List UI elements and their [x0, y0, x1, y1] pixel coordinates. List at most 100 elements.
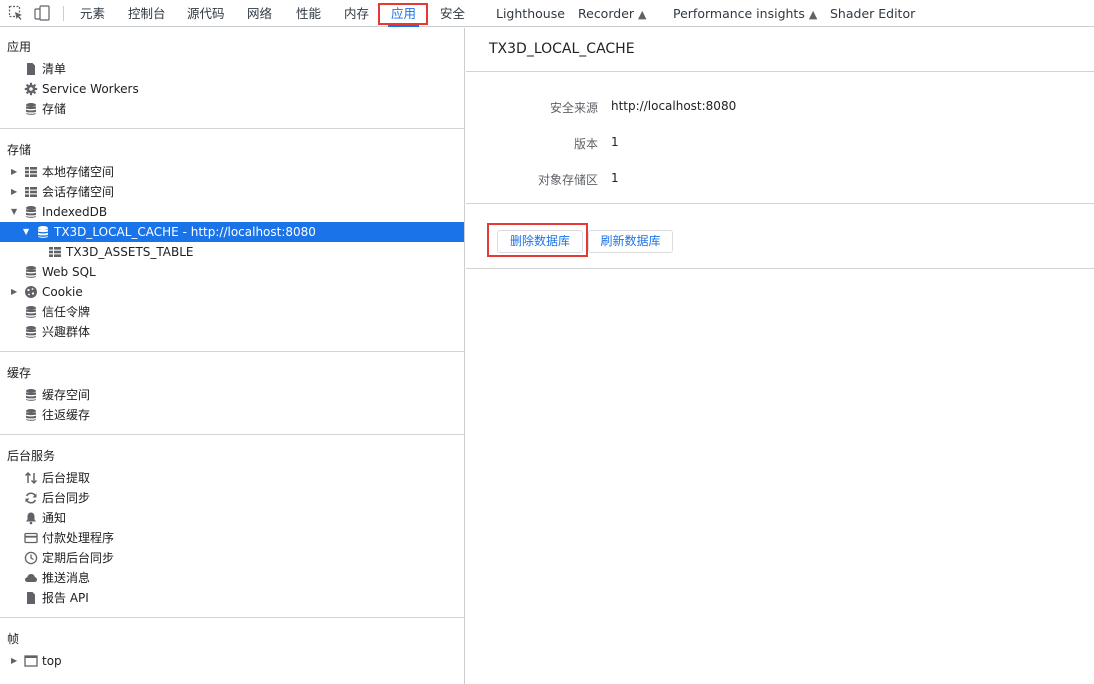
sidebar-item-label: TX3D_ASSETS_TABLE [66, 245, 194, 259]
sidebar-item-frame-top[interactable]: ▶ top [0, 651, 464, 671]
sidebar-item-label: 报告 API [42, 591, 89, 605]
tab-elements[interactable]: 元素 [80, 0, 105, 27]
section-divider [466, 203, 1094, 204]
device-toolbar-icon[interactable] [34, 5, 50, 21]
table-icon [48, 245, 62, 259]
section-divider [0, 128, 464, 129]
file-icon [24, 591, 38, 605]
sidebar-item-label: 后台同步 [42, 491, 91, 505]
section-divider [466, 268, 1094, 269]
sidebar-item-payment-handler[interactable]: 付款处理程序 [0, 528, 464, 548]
cloud-icon [24, 571, 38, 585]
flask-icon: ▲ [808, 8, 818, 21]
sidebar-item-service-workers[interactable]: Service Workers [0, 79, 464, 99]
sidebar-item-web-sql[interactable]: Web SQL [0, 262, 464, 282]
expand-arrow-icon[interactable]: ▶ [11, 182, 21, 202]
sidebar-item-manifest[interactable]: 清单 [0, 59, 464, 79]
sidebar-item-cookie[interactable]: ▶ Cookie [0, 282, 464, 302]
application-sidebar: 应用 清单 Service Workers 存储 存储 ▶ 本地存储空间 ▶ 会… [0, 28, 465, 684]
sidebar-item-background-fetch[interactable]: 后台提取 [0, 468, 464, 488]
database-icon [24, 408, 38, 422]
sidebar-item-label: 兴趣群体 [42, 325, 91, 339]
sidebar-item-local-storage[interactable]: ▶ 本地存储空间 [0, 162, 464, 182]
table-icon [24, 185, 38, 199]
collapse-arrow-icon[interactable]: ▼ [11, 202, 21, 222]
cookie-icon [24, 285, 38, 299]
sidebar-item-label: Cookie [42, 285, 83, 299]
sidebar-item-label: TX3D_LOCAL_CACHE - http://localhost:8080 [54, 225, 316, 239]
section-divider [0, 351, 464, 352]
version-value: 1 [611, 135, 619, 149]
security-origin-label: 安全来源 [549, 101, 598, 115]
sidebar-item-notifications[interactable]: 通知 [0, 508, 464, 528]
database-icon [24, 325, 38, 339]
sidebar-item-trust-tokens[interactable]: 信任令牌 [0, 302, 464, 322]
sidebar-item-label: 清单 [42, 62, 67, 76]
sidebar-item-label: 会话存储空间 [42, 185, 115, 199]
security-origin-value: http://localhost:8080 [611, 99, 737, 113]
database-icon [24, 388, 38, 402]
gear-icon [24, 82, 38, 96]
database-icon [24, 102, 38, 116]
sidebar-item-label: 通知 [42, 511, 67, 525]
database-title: TX3D_LOCAL_CACHE [489, 41, 635, 57]
section-divider [466, 71, 1094, 72]
toolbar-divider [63, 6, 64, 21]
sidebar-item-label: 本地存储空间 [42, 165, 115, 179]
sidebar-item-push-messaging[interactable]: 推送消息 [0, 568, 464, 588]
expand-arrow-icon[interactable]: ▶ [11, 282, 21, 302]
inspect-element-icon[interactable] [8, 5, 24, 21]
database-icon [24, 265, 38, 279]
object-stores-value: 1 [611, 171, 619, 185]
file-icon [24, 62, 38, 76]
tab-sources[interactable]: 源代码 [187, 0, 225, 27]
tab-lighthouse[interactable]: Lighthouse [496, 0, 565, 27]
tab-network[interactable]: 网络 [247, 0, 272, 27]
sidebar-item-storage-overview[interactable]: 存储 [0, 99, 464, 119]
expand-arrow-icon[interactable]: ▶ [11, 651, 21, 671]
sync-icon [24, 491, 38, 505]
section-title-background-services: 后台服务 [7, 449, 56, 463]
expand-arrow-icon[interactable]: ▶ [11, 162, 21, 182]
sidebar-item-label: 存储 [42, 102, 67, 116]
sidebar-item-label: 信任令牌 [42, 305, 91, 319]
tab-application[interactable]: 应用 [387, 0, 420, 27]
sidebar-item-back-forward-cache[interactable]: 往返缓存 [0, 405, 464, 425]
sidebar-item-cache-storage[interactable]: 缓存空间 [0, 385, 464, 405]
section-title-application: 应用 [7, 40, 32, 54]
sidebar-item-label: 定期后台同步 [42, 551, 115, 565]
sidebar-item-indexeddb[interactable]: ▼ IndexedDB [0, 202, 464, 222]
delete-database-button[interactable]: 删除数据库 [497, 230, 583, 253]
sidebar-item-label: Web SQL [42, 265, 96, 279]
object-stores-label: 对象存储区 [537, 173, 598, 187]
sidebar-item-session-storage[interactable]: ▶ 会话存储空间 [0, 182, 464, 202]
sidebar-item-periodic-background-sync[interactable]: 定期后台同步 [0, 548, 464, 568]
tab-console[interactable]: 控制台 [128, 0, 166, 27]
sidebar-item-background-sync[interactable]: 后台同步 [0, 488, 464, 508]
sidebar-item-label: Service Workers [42, 82, 139, 96]
tab-performance-insights[interactable]: Performance insights ▲ [673, 0, 817, 27]
clock-icon [24, 551, 38, 565]
database-icon [24, 205, 38, 219]
tab-shader-editor[interactable]: Shader Editor [830, 0, 915, 27]
tab-memory[interactable]: 内存 [344, 0, 369, 27]
sidebar-item-label: 缓存空间 [42, 388, 91, 402]
tab-recorder-label: Recorder [578, 6, 635, 21]
sidebar-item-tx3d-assets-table[interactable]: TX3D_ASSETS_TABLE [0, 242, 464, 262]
tab-performance[interactable]: 性能 [296, 0, 321, 27]
up-down-arrows-icon [24, 471, 38, 485]
tab-security[interactable]: 安全 [440, 0, 465, 27]
sidebar-item-label: 后台提取 [42, 471, 91, 485]
sidebar-item-label: 付款处理程序 [42, 531, 115, 545]
sidebar-item-reporting-api[interactable]: 报告 API [0, 588, 464, 608]
sidebar-item-interest-groups[interactable]: 兴趣群体 [0, 322, 464, 342]
section-divider [0, 617, 464, 618]
sidebar-item-label: top [42, 654, 62, 668]
database-details-panel: TX3D_LOCAL_CACHE 安全来源 http://localhost:8… [466, 28, 1094, 684]
collapse-arrow-icon[interactable]: ▼ [23, 222, 33, 242]
refresh-database-button[interactable]: 刷新数据库 [588, 230, 673, 253]
section-title-frames: 帧 [7, 632, 20, 646]
sidebar-item-tx3d-local-cache[interactable]: ▼ TX3D_LOCAL_CACHE - http://localhost:80… [0, 222, 464, 242]
tab-recorder[interactable]: Recorder ▲ [578, 0, 647, 27]
sidebar-item-label: IndexedDB [42, 205, 108, 219]
